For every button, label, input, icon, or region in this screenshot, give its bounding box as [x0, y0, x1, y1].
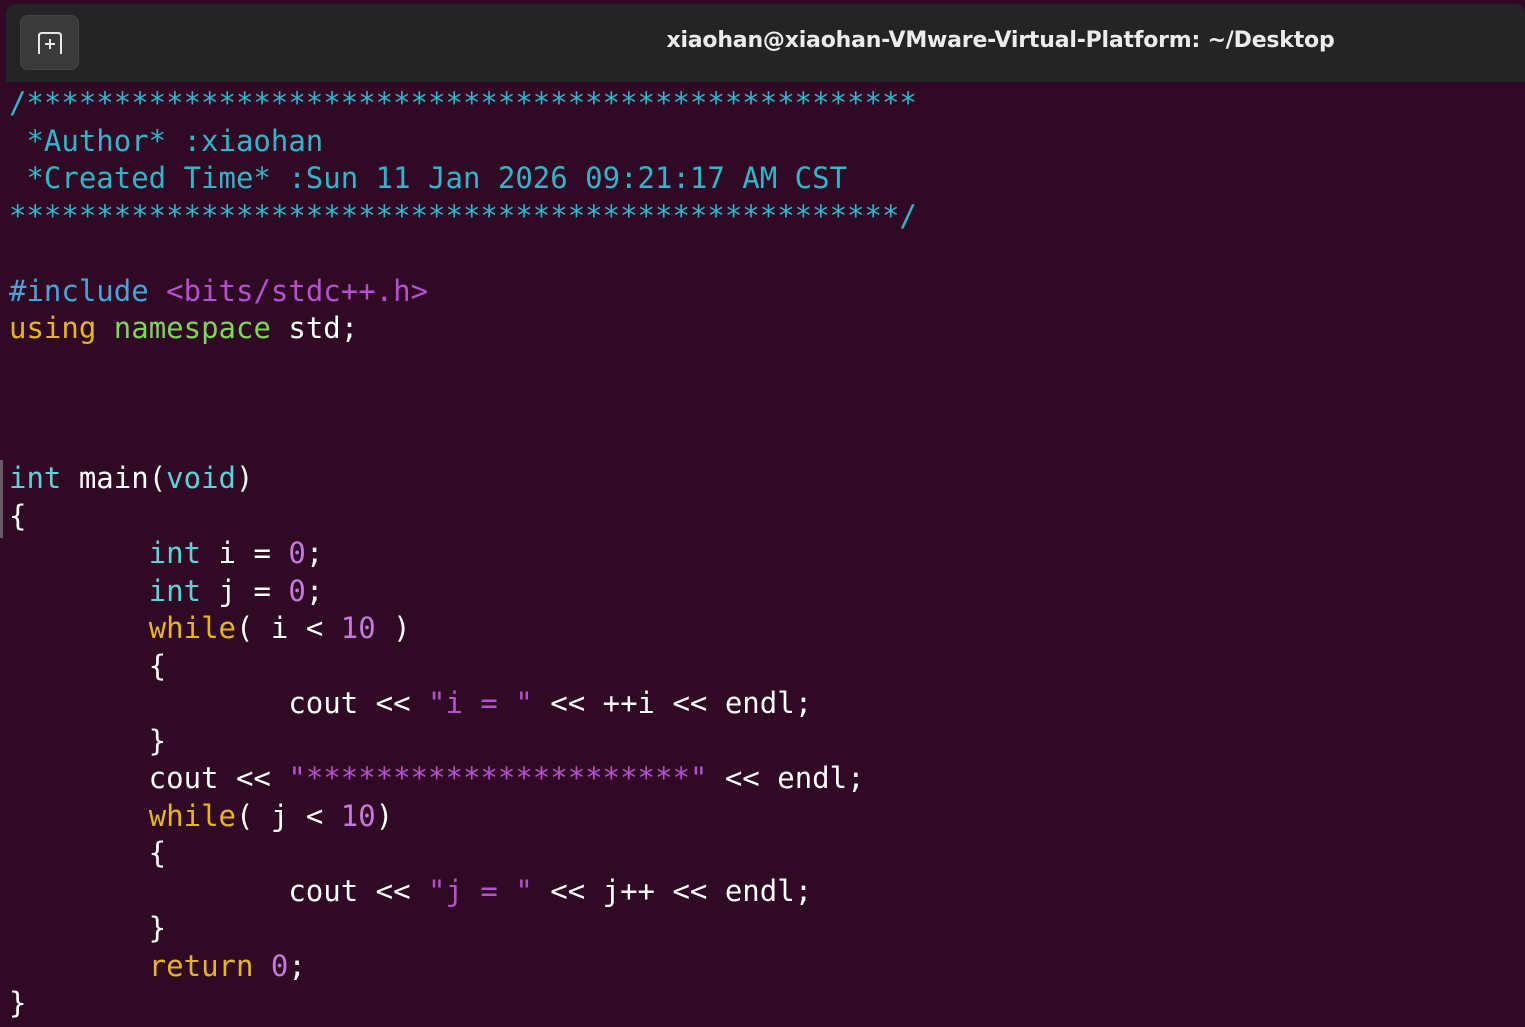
- code-token: #include: [9, 273, 167, 308]
- code-token: "**********************": [288, 761, 708, 795]
- code-token: main(: [61, 461, 167, 495]
- code-line: int i = 0;: [9, 535, 917, 573]
- code-token: int: [148, 573, 202, 608]
- code-token: cout <<: [9, 873, 429, 908]
- code-token: ****************************************…: [9, 198, 917, 233]
- window-title: xiaohan@xiaohan-VMware-Virtual-Platform:…: [666, 28, 1335, 53]
- code-line: cout << "i = " << ++i << endl;: [9, 685, 917, 723]
- code-token: int: [148, 536, 202, 570]
- code-line: int main(void): [9, 460, 917, 498]
- code-line: *Created Time* :Sun 11 Jan 2026 09:21:17…: [9, 160, 917, 198]
- code-token: ;: [305, 536, 324, 570]
- code-line: ****************************************…: [9, 198, 917, 236]
- code-token: 10: [340, 798, 376, 833]
- scroll-indicator: [0, 460, 3, 538]
- code-line: while( j < 10): [9, 798, 917, 836]
- code-line: cout << "j = " << j++ << endl;: [9, 873, 917, 911]
- code-line: cout << "**********************" << endl…: [9, 760, 917, 798]
- code-token: ): [375, 611, 411, 645]
- code-token: 0: [288, 573, 306, 608]
- code-token: void: [166, 461, 236, 495]
- code-token: int: [9, 461, 62, 495]
- code-token: i =: [201, 536, 289, 570]
- code-line: using namespace std;: [9, 310, 917, 348]
- code-token: *Created Time* :Sun 11 Jan 2026 09:21:17…: [9, 161, 848, 195]
- code-line: return 0;: [9, 948, 917, 986]
- code-line: }: [9, 910, 917, 948]
- code-token: 0: [270, 948, 289, 983]
- code-token: {: [9, 648, 167, 683]
- code-token: return: [148, 948, 254, 983]
- terminal-window: xiaohan@xiaohan-VMware-Virtual-Platform:…: [0, 0, 1525, 1027]
- code-token: {: [9, 498, 27, 533]
- code-token: 10: [340, 611, 376, 645]
- code-line: {: [9, 648, 917, 686]
- code-token: using: [9, 311, 97, 345]
- code-token: }: [9, 911, 167, 945]
- code-token: << endl;: [707, 761, 865, 795]
- code-token: ;: [305, 573, 324, 608]
- code-token: }: [9, 986, 27, 1020]
- code-token: *Author* :xiaohan: [9, 123, 324, 158]
- code-token: ( i <: [236, 611, 341, 645]
- code-token: ;: [288, 948, 306, 983]
- code-token: cout <<: [9, 686, 429, 720]
- code-token: ): [236, 461, 254, 495]
- code-line: #include <bits/stdc++.h>: [9, 273, 917, 311]
- code-token: /***************************************…: [9, 86, 917, 120]
- code-line: }: [9, 985, 917, 1023]
- code-token: 0: [288, 536, 306, 570]
- code-token: j =: [201, 573, 289, 608]
- code-line: /***************************************…: [9, 85, 917, 123]
- code-line: int j = 0;: [9, 573, 917, 611]
- code-token: namespace: [113, 311, 271, 345]
- code-token: "j = ": [428, 873, 533, 908]
- code-token: ): [375, 798, 394, 833]
- terminal-content[interactable]: /***************************************…: [0, 82, 1525, 1027]
- code-line: while( i < 10 ): [9, 610, 917, 648]
- code-token: cout <<: [9, 761, 289, 795]
- title-bar: xiaohan@xiaohan-VMware-Virtual-Platform:…: [6, 4, 1525, 82]
- code-line: {: [9, 835, 917, 873]
- code-token: {: [9, 836, 167, 870]
- code-line: }: [9, 723, 917, 761]
- code-token: while: [148, 798, 236, 833]
- code-line: *Author* :xiaohan: [9, 123, 917, 161]
- code-token: <bits/stdc++.h>: [166, 273, 429, 308]
- code-token: << j++ << endl;: [532, 873, 813, 908]
- code-token: << ++i << endl;: [532, 686, 813, 720]
- code-token: }: [9, 723, 167, 758]
- code-token: while: [148, 611, 236, 645]
- code-token: ( j <: [236, 798, 341, 833]
- code-line: {: [9, 498, 917, 536]
- code-token: "i = ": [428, 686, 533, 720]
- code-token: std;: [270, 311, 359, 345]
- code-block: /***************************************…: [9, 85, 917, 1023]
